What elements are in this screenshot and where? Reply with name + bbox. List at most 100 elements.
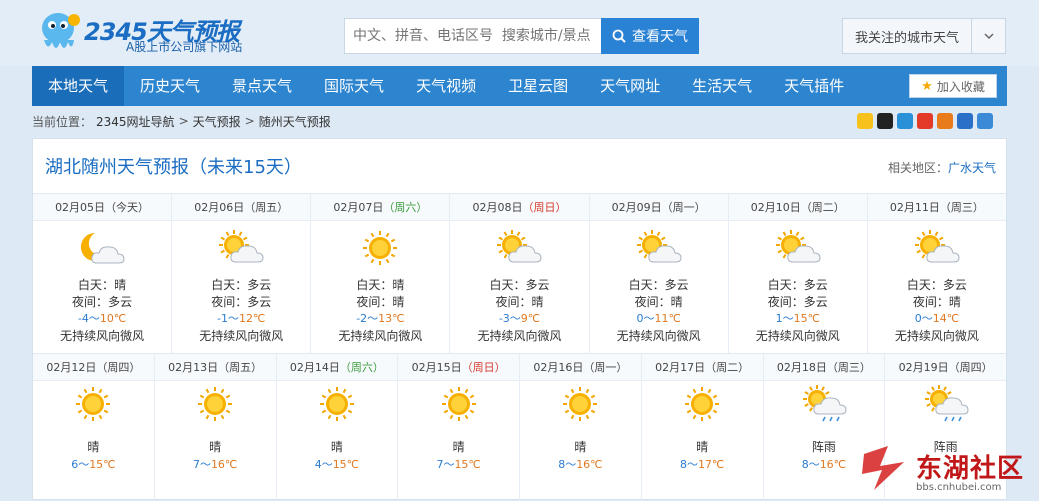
forecast-weekday: （周日） (522, 201, 567, 214)
nav-item-satellite[interactable]: 卫星云图 (492, 66, 584, 106)
forecast-date: 02月11日 (889, 201, 940, 214)
nav-item-history[interactable]: 历史天气 (124, 66, 216, 106)
forecast-day-card: 02月08日（周日） 白天：多云 夜间：晴 -3～9℃ 无持续风向微风 (450, 194, 590, 353)
weather-condition: 晴 (330, 440, 343, 454)
forecast-date-header: 02月11日（周三） (867, 194, 1006, 221)
weather-condition: 晴 (87, 440, 100, 454)
night-weather-line: 夜间：晴 (590, 293, 728, 310)
sun-icon (551, 384, 609, 424)
temp-high: 17℃ (697, 458, 725, 471)
temp-low: -1 (217, 312, 229, 325)
temp-high: 13℃ (378, 312, 405, 325)
search-icon (612, 29, 626, 43)
forecast-day-card: 02月14日（周六） 晴 4～15℃ (276, 354, 399, 501)
sun-icon (64, 384, 122, 424)
forecast-weekday: （周日） (461, 361, 506, 374)
forecast-date-header: 02月17日（周二） (641, 354, 763, 381)
night-label: 夜间： (767, 295, 804, 309)
forecast-weekday: （周二） (800, 201, 845, 214)
breadcrumb-link-home[interactable]: 2345网址导航 (96, 113, 175, 130)
forecast-weekday: （周三） (826, 361, 871, 374)
related-area: 相关地区：广水天气 (888, 159, 996, 176)
night-weather-line: 夜间：多云 (729, 293, 867, 310)
nav-item-local[interactable]: 本地天气 (32, 66, 125, 106)
sun-cloud-icon (630, 228, 688, 268)
forecast-date-header: 02月18日（周三） (763, 354, 885, 381)
temp-low: -4 (77, 312, 89, 325)
forecast-date-header: 02月16日（周一） (520, 354, 641, 381)
sun-icon (430, 384, 488, 424)
temp-high: 15℃ (454, 458, 481, 471)
weather-condition: 晴 (452, 440, 465, 454)
temperature-range: -2～13℃ (356, 312, 405, 325)
breadcrumb-link-city[interactable]: 随州天气预报 (259, 113, 331, 130)
forecast-date: 02月08日 (472, 201, 523, 214)
plus-share-icon[interactable] (977, 113, 993, 129)
forecast-day-card: 02月17日（周二） 晴 8～17℃ (641, 354, 764, 501)
forecast-date: 02月17日 (655, 361, 706, 374)
add-favorite-button[interactable]: ★ 加入收藏 (909, 74, 997, 98)
day-label: 白天： (489, 278, 526, 292)
breadcrumb-separator: > (244, 114, 255, 128)
temp-high: 16℃ (210, 458, 238, 471)
logo-subtitle: A股上市公司旗下网站 (126, 40, 243, 54)
search-weather-button[interactable]: 查看天气 (601, 18, 699, 54)
wind-info: 无持续风向微风 (338, 329, 423, 343)
tencent-weibo-share-icon[interactable] (897, 113, 913, 129)
night-label: 夜间： (72, 295, 109, 309)
day-weather: 多云 (247, 278, 272, 292)
nav-item-plugin[interactable]: 天气插件 (768, 66, 860, 106)
day-weather-line: 白天：多云 (590, 276, 728, 293)
octopus-mascot-icon (42, 13, 80, 48)
temperature-range: 6～15℃ (71, 458, 116, 471)
sina-weibo-share-icon[interactable] (917, 113, 933, 129)
forecast-date: 02月16日 (533, 361, 584, 374)
night-weather-line: 夜间：晴 (868, 293, 1006, 310)
forecast-date: 02月07日 (333, 201, 384, 214)
forecast-date-header: 02月19日（周四） (885, 354, 1006, 381)
nav-item-life[interactable]: 生活天气 (676, 66, 768, 106)
day-weather-line: 白天：晴 (311, 276, 449, 293)
breadcrumb: 当前位置： 2345网址导航 > 天气预报 > 随州天气预报 (32, 112, 331, 130)
wind-info: 无持续风向微风 (755, 329, 840, 343)
sun-cloud-icon (490, 228, 548, 268)
day-weather: 多云 (664, 278, 689, 292)
temperature-range: 0～14℃ (914, 312, 960, 325)
chevron-down-icon[interactable] (971, 19, 1005, 53)
nav-item-international[interactable]: 国际天气 (308, 66, 400, 106)
night-weather: 多云 (803, 295, 828, 309)
day-weather-line: 白天：多云 (729, 276, 867, 293)
day-weather-line: 白天：多云 (172, 276, 310, 293)
wind-info: 无持续风向微风 (616, 329, 701, 343)
renren-share-icon[interactable] (937, 113, 953, 129)
forecast-weekday: （周一） (583, 361, 628, 374)
nav-item-sites[interactable]: 天气网址 (584, 66, 676, 106)
breadcrumb-link-forecast[interactable]: 天气预报 (193, 113, 241, 130)
qq-share-icon[interactable] (877, 113, 893, 129)
forecast-date-header: 02月07日（周六） (311, 194, 450, 221)
forecast-date: 02月12日 (46, 361, 97, 374)
temp-low: 1 (775, 312, 783, 325)
person-share-icon[interactable] (957, 113, 973, 129)
day-weather: 多云 (942, 278, 967, 292)
temperature-range: -4～10℃ (77, 312, 127, 325)
night-weather: 晴 (670, 295, 683, 309)
sun-cloud-icon (908, 228, 966, 268)
nav-item-video[interactable]: 天气视频 (400, 66, 492, 106)
temp-high: 9℃ (520, 312, 541, 325)
nav-item-scenic[interactable]: 景点天气 (216, 66, 308, 106)
forecast-weekday: （周四） (948, 361, 993, 374)
city-search-input[interactable] (345, 19, 601, 53)
followed-cities-dropdown[interactable]: 我关注的城市天气 (842, 18, 1006, 54)
site-logo[interactable]: 2345天气预报 A股上市公司旗下网站 (38, 10, 288, 58)
related-link[interactable]: 广水天气 (948, 161, 996, 175)
temp-high: 12℃ (239, 312, 266, 325)
weather-condition: 晴 (696, 440, 709, 454)
day-weather: 多云 (803, 278, 828, 292)
qzone-share-icon[interactable] (857, 113, 873, 129)
forecast-day-card: 02月16日（周一） 晴 8～16℃ (520, 354, 642, 501)
sun-icon (673, 384, 731, 424)
sun-cloud-icon (769, 228, 827, 268)
night-label: 夜间： (356, 295, 393, 309)
header: 2345天气预报 A股上市公司旗下网站 查看天气 我关注的城市天气 (0, 0, 1039, 66)
